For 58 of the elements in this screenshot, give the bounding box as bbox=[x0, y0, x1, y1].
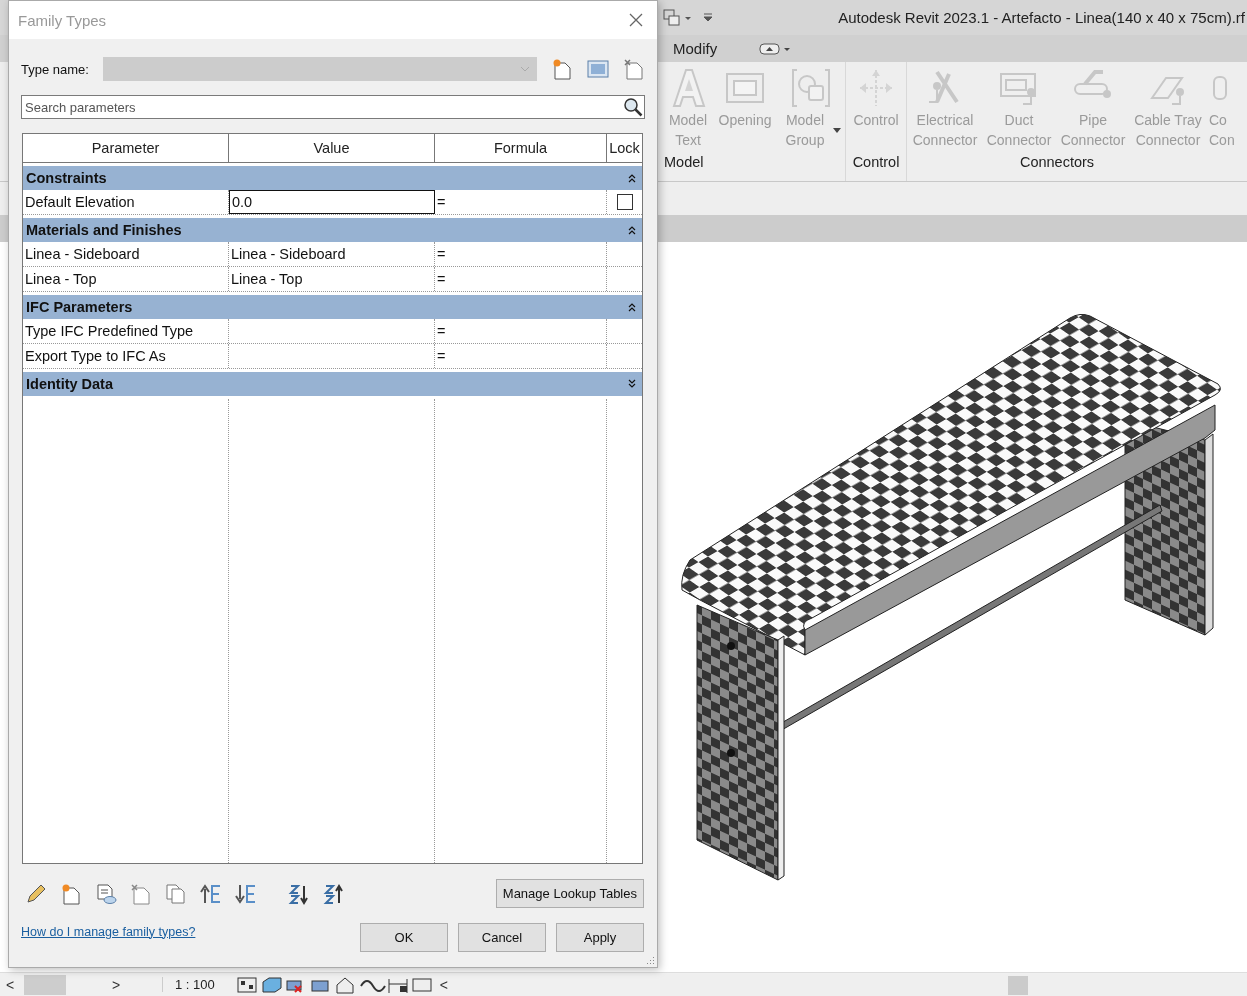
copy-icon[interactable] bbox=[165, 882, 187, 905]
formula-cell: = bbox=[435, 319, 607, 343]
collapse-chevron-icon[interactable] bbox=[628, 225, 636, 235]
formula-cell: = bbox=[435, 267, 607, 291]
sort-ascending-icon[interactable] bbox=[288, 882, 310, 905]
group-header[interactable]: IFC Parameters bbox=[23, 295, 642, 319]
type-name-label: Type name: bbox=[21, 61, 90, 77]
search-field[interactable]: Search parameters bbox=[21, 95, 645, 119]
delete-type-icon[interactable] bbox=[623, 58, 645, 80]
panel-toggle-icon[interactable] bbox=[759, 41, 792, 56]
window-title: Autodesk Revit 2023.1 - Artefacto - Linea(140 x 40 x 75cm).rf bbox=[838, 9, 1246, 26]
resize-grip-icon[interactable] bbox=[645, 955, 655, 965]
collapse-chevron-icon[interactable] bbox=[628, 302, 636, 312]
panel-label: Connectors bbox=[1018, 154, 1096, 172]
quick-access-icon[interactable] bbox=[662, 7, 712, 28]
scrollbar-thumb[interactable] bbox=[24, 974, 66, 995]
scrollbar-thumb[interactable] bbox=[1008, 975, 1028, 995]
scroll-right-button[interactable]: > bbox=[112, 976, 126, 993]
formula-cell: = bbox=[435, 190, 607, 214]
delete-parameter-icon[interactable] bbox=[130, 882, 152, 905]
group-header[interactable]: Constraints bbox=[23, 166, 642, 190]
group-header[interactable]: Identity Data bbox=[23, 372, 642, 396]
conduit-icon bbox=[1213, 76, 1227, 100]
new-type-icon[interactable] bbox=[551, 58, 573, 80]
move-down-icon[interactable] bbox=[235, 882, 257, 905]
view-controls-icon[interactable] bbox=[236, 975, 432, 994]
close-icon[interactable] bbox=[629, 13, 643, 27]
dialog-title: Family Types bbox=[18, 11, 107, 29]
value-cell: Linea - Sideboard bbox=[229, 242, 435, 266]
expand-chevron-icon[interactable] bbox=[628, 379, 636, 389]
dialog-button[interactable]: Apply bbox=[556, 923, 644, 952]
help-link[interactable]: How do I manage family types? bbox=[21, 924, 196, 939]
ribbon-tab[interactable]: Modify bbox=[673, 40, 718, 57]
new-parameter-icon[interactable] bbox=[60, 882, 82, 905]
shared-parameter-icon[interactable] bbox=[95, 882, 117, 905]
formula-cell: = bbox=[435, 344, 607, 368]
parameter-cell: Linea - Top bbox=[23, 267, 229, 291]
formula-cell: = bbox=[435, 242, 607, 266]
panel-label: Model bbox=[663, 154, 705, 172]
pencil-icon[interactable] bbox=[25, 882, 47, 905]
collapse-button[interactable]: < bbox=[439, 976, 448, 993]
scroll-left-button[interactable]: < bbox=[6, 976, 20, 993]
search-icon[interactable] bbox=[623, 97, 643, 117]
group-header[interactable]: Materials and Finishes bbox=[23, 218, 642, 242]
sort-descending-icon[interactable] bbox=[323, 882, 345, 905]
panel-label: Control bbox=[851, 154, 901, 172]
lock-checkbox[interactable] bbox=[616, 194, 633, 210]
parameter-cell: Type IFC Predefined Type bbox=[23, 319, 229, 343]
value-cell[interactable]: 0.0 bbox=[229, 190, 435, 214]
dialog-button[interactable]: OK bbox=[360, 923, 448, 952]
parameter-cell: Export Type to IFC As bbox=[23, 344, 229, 368]
manage-lookup-tables-button[interactable]: Manage Lookup Tables bbox=[495, 879, 644, 908]
value-cell: Linea - Top bbox=[229, 267, 435, 291]
view-scale[interactable]: 1 : 100 bbox=[162, 977, 215, 992]
dialog-button[interactable]: Cancel bbox=[458, 923, 546, 952]
collapse-chevron-icon[interactable] bbox=[628, 173, 636, 183]
move-up-icon[interactable] bbox=[200, 882, 222, 905]
parameter-cell: Linea - Sideboard bbox=[23, 242, 229, 266]
